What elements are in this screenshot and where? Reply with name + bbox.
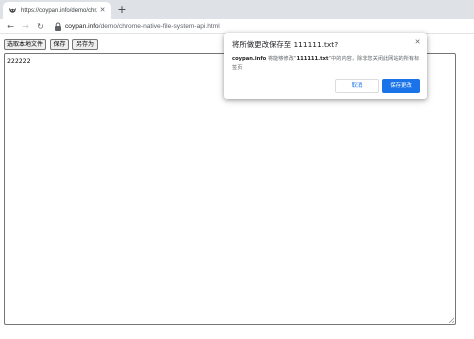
save-as-button[interactable]: 另存为 (72, 39, 98, 50)
url-domain: coypan.info (65, 23, 99, 30)
address-bar[interactable]: coypan.info/demo/chrome-native-file-syst… (52, 20, 462, 33)
url-text: coypan.info/demo/chrome-native-file-syst… (65, 21, 220, 32)
browser-toolbar: ← → ↻ coypan.info/demo/chrome-native-fil… (0, 19, 474, 34)
new-tab-icon[interactable]: + (116, 4, 128, 16)
dialog-title: 将所做更改保存至 111111.txt? (232, 40, 339, 49)
lock-icon (55, 22, 61, 31)
dialog-msg-before: 将能够修改“ (266, 56, 297, 62)
dialog-site: coypan.info (232, 56, 267, 62)
save-changes-button[interactable]: 保存更改 (382, 79, 420, 93)
save-button[interactable]: 保存 (50, 39, 69, 50)
tab-strip: https://coypan.info/demo/chr... ✕ + (0, 0, 474, 19)
tab-title: https://coypan.info/demo/chr... (21, 8, 97, 14)
reload-icon[interactable]: ↻ (35, 21, 46, 32)
resize-grip-icon[interactable] (448, 317, 454, 323)
editor-content: 222222 (7, 57, 31, 65)
forward-arrow-icon[interactable]: → (20, 21, 31, 32)
open-local-file-button[interactable]: 选取本地文件 (4, 39, 46, 50)
url-path: /demo/chrome-native-file-system-api.html (98, 23, 220, 30)
cancel-button[interactable]: 取消 (335, 79, 379, 93)
tab-active[interactable]: https://coypan.info/demo/chr... ✕ (3, 2, 111, 19)
cat-favicon-icon (8, 7, 17, 13)
save-changes-dialog: 将所做更改保存至 111111.txt? ✕ coypan.info 将能够修改… (224, 33, 427, 99)
close-icon[interactable]: ✕ (413, 38, 422, 47)
dialog-file-name: 111111.txt (296, 56, 329, 62)
tab-close-icon[interactable]: ✕ (98, 6, 107, 15)
back-arrow-icon[interactable]: ← (5, 21, 16, 32)
dialog-message: coypan.info 将能够修改“111111.txt”中的内容，除非您关闭此… (232, 55, 420, 73)
